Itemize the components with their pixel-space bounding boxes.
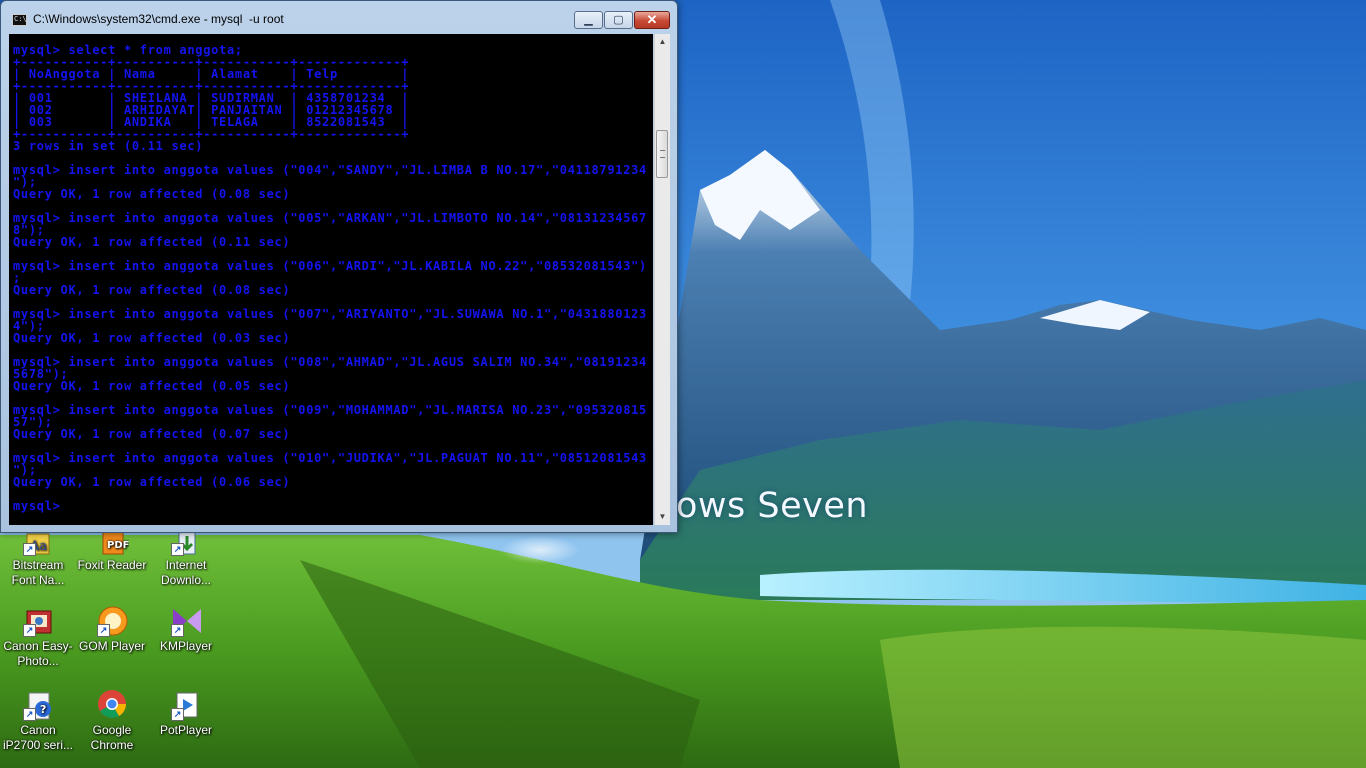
console-line: Query OK, 1 row affected (0.08 sec) bbox=[13, 187, 291, 201]
desktop-icon-google-chrome[interactable]: Google Chrome bbox=[74, 687, 150, 753]
console-line: mysql> insert into anggota values ("006"… bbox=[13, 259, 647, 273]
desktop-icon-gom-player[interactable]: ↗ GOM Player bbox=[74, 603, 150, 654]
close-button[interactable]: ✕ bbox=[634, 11, 670, 29]
scroll-up-arrow-icon[interactable]: ▲ bbox=[655, 34, 670, 50]
desktop-icon-label: Internet Downlo... bbox=[160, 558, 212, 587]
cmd-window[interactable]: C:\Windows\system32\cmd.exe - mysql -u r… bbox=[0, 0, 678, 533]
console-line: 3 rows in set (0.11 sec) bbox=[13, 139, 204, 153]
console-line: mysql> insert into anggota values ("004"… bbox=[13, 163, 647, 177]
console-line: Query OK, 1 row affected (0.05 sec) bbox=[13, 379, 291, 393]
canon-easy-photoprint-icon: ↗ bbox=[21, 603, 55, 637]
minimize-button[interactable]: ▁ bbox=[574, 11, 603, 29]
console-line: Query OK, 1 row affected (0.03 sec) bbox=[13, 331, 291, 345]
scroll-down-arrow-icon[interactable]: ▼ bbox=[655, 509, 670, 525]
canon-printer-help-icon: ? ↗ bbox=[21, 687, 55, 721]
desktop-icon-potplayer[interactable]: ↗ PotPlayer bbox=[148, 687, 224, 738]
kmplayer-icon: ↗ bbox=[169, 603, 203, 637]
title-bar[interactable]: C:\Windows\system32\cmd.exe - mysql -u r… bbox=[1, 1, 677, 33]
desktop-icon-label: PotPlayer bbox=[159, 723, 213, 737]
console-line: Query OK, 1 row affected (0.06 sec) bbox=[13, 475, 291, 489]
desktop-icon-canon-easy-photo[interactable]: ↗ Canon Easy-Photo... bbox=[0, 603, 76, 669]
console-line: mysql> insert into anggota values ("005"… bbox=[13, 211, 647, 225]
scrollbar-thumb[interactable] bbox=[656, 130, 668, 178]
desktop-icon-label: Foxit Reader bbox=[77, 558, 147, 572]
console-line: Query OK, 1 row affected (0.11 sec) bbox=[13, 235, 291, 249]
svg-text:PDF: PDF bbox=[107, 540, 129, 551]
desktop-icon-label: Canon iP2700 seri... bbox=[2, 723, 74, 752]
console-line: mysql> insert into anggota values ("010"… bbox=[13, 451, 647, 465]
console-line: mysql> insert into anggota values ("007"… bbox=[13, 307, 647, 321]
console-line: mysql> bbox=[13, 499, 61, 513]
desktop-icon-canon-ip2700[interactable]: ? ↗ Canon iP2700 seri... bbox=[0, 687, 76, 753]
console-lines: mysql> select * from anggota; +----------… bbox=[13, 44, 647, 512]
desktop-icon-label: Canon Easy-Photo... bbox=[3, 639, 73, 668]
vertical-scrollbar[interactable]: ▲ ▼ bbox=[654, 34, 670, 525]
potplayer-icon: ↗ bbox=[169, 687, 203, 721]
cmd-icon bbox=[12, 14, 27, 26]
desktop-icon-label: GOM Player bbox=[78, 639, 145, 653]
window-title: C:\Windows\system32\cmd.exe - mysql -u r… bbox=[33, 12, 284, 26]
svg-text:?: ? bbox=[40, 703, 46, 716]
desktop-icon-label: Bitstream Font Na... bbox=[11, 558, 65, 587]
gom-player-icon: ↗ bbox=[95, 603, 129, 637]
console-line: Query OK, 1 row affected (0.07 sec) bbox=[13, 427, 291, 441]
console-line: Query OK, 1 row affected (0.08 sec) bbox=[13, 283, 291, 297]
google-chrome-icon bbox=[95, 687, 129, 721]
desktop-icon-label: Google Chrome bbox=[90, 723, 134, 752]
wallpaper-brand-text: ows Seven bbox=[676, 486, 869, 526]
maximize-button[interactable]: ▢ bbox=[604, 11, 633, 29]
desktop-icon-kmplayer[interactable]: ↗ KMPlayer bbox=[148, 603, 224, 654]
console-line: mysql> insert into anggota values ("008"… bbox=[13, 355, 647, 369]
console-output[interactable]: mysql> select * from anggota; +----------… bbox=[9, 34, 653, 525]
console-line: mysql> insert into anggota values ("009"… bbox=[13, 403, 647, 417]
desktop-icon-label: KMPlayer bbox=[159, 639, 212, 653]
